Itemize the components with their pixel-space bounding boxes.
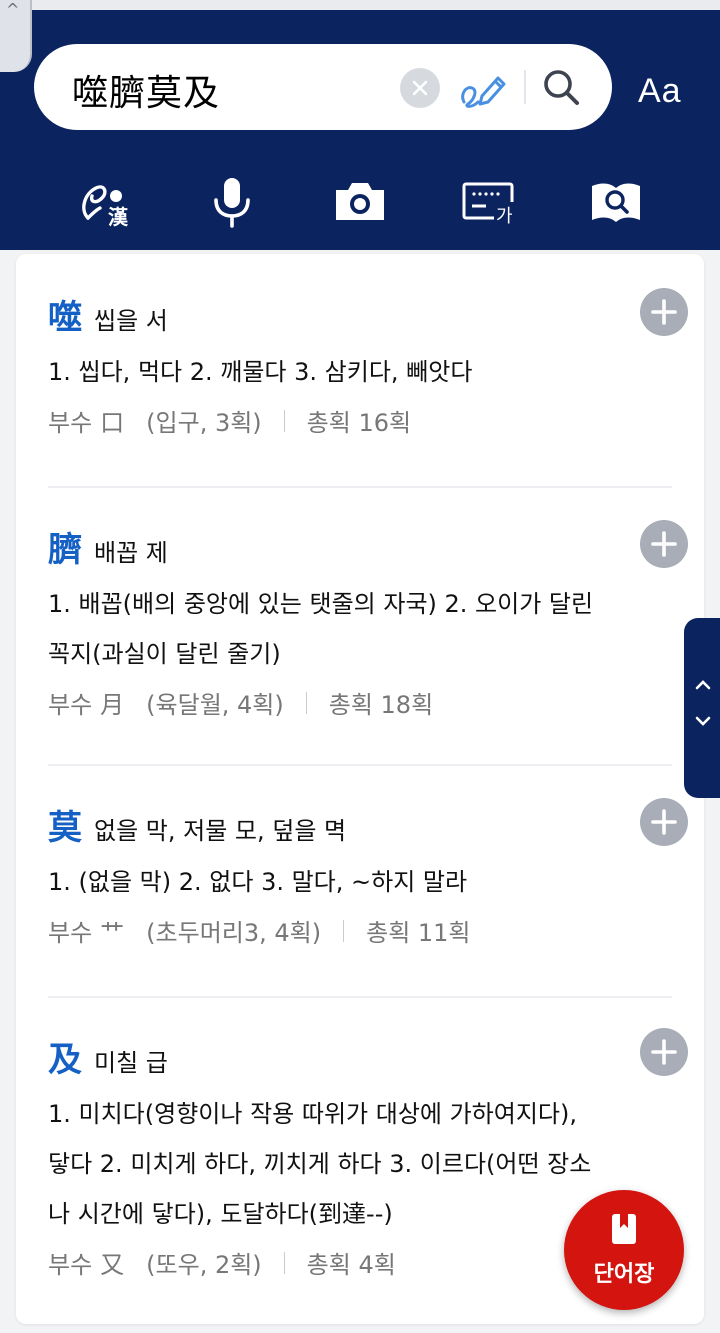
chevron-up-icon: ^ xyxy=(6,0,20,19)
handwriting-button[interactable] xyxy=(458,64,510,112)
radical-label: 부수 xyxy=(48,919,93,947)
total-strokes: 총획 18획 xyxy=(328,691,434,719)
meaning-line: 1. 미치다(영향이나 작용 따위가 대상에 가하여지다), xyxy=(48,1100,577,1128)
meta-divider xyxy=(343,919,345,942)
clear-button[interactable] xyxy=(400,68,440,108)
hanja-character[interactable]: 莫 xyxy=(48,800,82,849)
radical-label: 부수 xyxy=(48,409,93,437)
font-size-button[interactable]: Aa xyxy=(638,72,682,111)
hanja-character[interactable]: 噬 xyxy=(48,290,82,339)
total-strokes: 총획 11획 xyxy=(366,919,471,947)
dictionary-tool[interactable] xyxy=(586,174,646,230)
hanja-meaning: 1. (없을 막) 2. 없다 3. 말다, ~하지 말라 xyxy=(48,857,668,907)
hanja-handwriting-icon: 漢 xyxy=(82,185,129,229)
wordbook-icon xyxy=(612,1214,636,1244)
meaning-line: 1. 씹다, 먹다 2. 깨물다 3. 삼키다, 빼앗다 xyxy=(48,358,473,386)
radical-label: 부수 xyxy=(48,1251,93,1279)
entry-divider xyxy=(48,486,672,488)
book-search-icon xyxy=(592,183,640,222)
camera-icon xyxy=(336,183,384,220)
total-strokes: 총획 16획 xyxy=(306,409,412,437)
search-bar[interactable]: 噬臍莫及 xyxy=(34,44,612,130)
close-icon xyxy=(412,80,428,96)
add-to-wordbook-button[interactable] xyxy=(640,288,688,336)
radical-info: (또우, 2획) xyxy=(146,1251,262,1279)
radical-info: (육달월, 4획) xyxy=(146,691,284,719)
total-strokes: 총획 4획 xyxy=(306,1251,396,1279)
hanja-entry[interactable]: 臍 배꼽 제 1. 배꼽(배의 중앙에 있는 탯줄의 자국) 2. 오이가 달린… xyxy=(48,522,672,720)
hanja-meta: 부수 口 (입구, 3획) 총획 16획 xyxy=(48,403,672,438)
add-to-wordbook-button[interactable] xyxy=(640,1028,688,1076)
collapse-tab[interactable]: ^ xyxy=(0,0,32,72)
hanja-entry[interactable]: 莫 없을 막, 저물 모, 덮을 멱 1. (없을 막) 2. 없다 3. 말다… xyxy=(48,800,672,948)
search-divider xyxy=(524,70,526,104)
keyboard-tool-label: 가 xyxy=(496,206,513,227)
radical-char: 月 xyxy=(100,691,125,719)
hanja-reading: 씹을 서 xyxy=(94,307,168,335)
add-to-wordbook-button[interactable] xyxy=(640,520,688,568)
wordbook-button[interactable]: 단어장 xyxy=(564,1190,684,1310)
search-input[interactable]: 噬臍莫及 xyxy=(72,64,220,116)
keyboard-icon: 가 xyxy=(462,182,516,227)
chevron-down-icon[interactable] xyxy=(694,714,712,728)
meaning-line: 꼭지(과실이 달린 줄기) xyxy=(48,640,281,668)
plus-icon xyxy=(651,299,677,325)
meta-divider xyxy=(283,1251,285,1274)
keyboard-tool[interactable]: 가 xyxy=(458,174,518,230)
search-icon xyxy=(544,70,579,105)
meaning-line: 1. 배꼽(배의 중앙에 있는 탯줄의 자국) 2. 오이가 달린 xyxy=(48,590,594,618)
header: ^ 噬臍莫及 Aa 漢 가 xyxy=(0,0,720,250)
handwriting-pen-icon xyxy=(461,76,506,108)
plus-icon xyxy=(651,1039,677,1065)
scroll-nav[interactable] xyxy=(684,618,720,798)
radical-char: 又 xyxy=(100,1251,125,1279)
entry-divider xyxy=(48,996,672,998)
hanja-handwriting-tool[interactable]: 漢 xyxy=(78,174,138,230)
meaning-line: 1. (없을 막) 2. 없다 3. 말다, ~하지 말라 xyxy=(48,868,468,896)
radical-char: 艹 xyxy=(100,919,125,947)
hanja-meaning: 1. 배꼽(배의 중앙에 있는 탯줄의 자국) 2. 오이가 달린 꼭지(과실이… xyxy=(48,579,668,679)
hanja-meta: 부수 艹 (초두머리3, 4획) 총획 11획 xyxy=(48,913,672,948)
meta-divider xyxy=(305,691,307,714)
hanja-reading: 미칠 급 xyxy=(94,1049,168,1077)
plus-icon xyxy=(651,809,677,835)
hanja-meaning: 1. 씹다, 먹다 2. 깨물다 3. 삼키다, 빼앗다 xyxy=(48,347,668,397)
plus-icon xyxy=(651,531,677,557)
radical-label: 부수 xyxy=(48,691,93,719)
hanja-reading: 배꼽 제 xyxy=(94,539,168,567)
voice-search-tool[interactable] xyxy=(202,174,262,230)
camera-search-tool[interactable] xyxy=(330,174,390,230)
hanja-meta: 부수 月 (육달월, 4획) 총획 18획 xyxy=(48,685,672,720)
hanja-tool-label: 漢 xyxy=(108,205,129,229)
chevron-up-icon[interactable] xyxy=(694,678,712,692)
add-to-wordbook-button[interactable] xyxy=(640,798,688,846)
radical-info: (입구, 3획) xyxy=(146,409,262,437)
entry-divider xyxy=(48,764,672,766)
meaning-line: 닿다 2. 미치게 하다, 끼치게 하다 3. 이르다(어떤 장소 xyxy=(48,1150,592,1178)
microphone-icon xyxy=(214,178,250,228)
wordbook-label: 단어장 xyxy=(593,1262,655,1287)
search-button[interactable] xyxy=(540,64,584,110)
hanja-character[interactable]: 臍 xyxy=(48,522,82,571)
result-card: 噬 씹을 서 1. 씹다, 먹다 2. 깨물다 3. 삼키다, 빼앗다 부수 口… xyxy=(16,254,704,1324)
radical-info: (초두머리3, 4획) xyxy=(146,919,322,947)
hanja-entry[interactable]: 噬 씹을 서 1. 씹다, 먹다 2. 깨물다 3. 삼키다, 빼앗다 부수 口… xyxy=(48,290,672,438)
meta-divider xyxy=(283,409,285,432)
radical-char: 口 xyxy=(100,409,125,437)
hanja-reading: 없을 막, 저물 모, 덮을 멱 xyxy=(94,817,347,845)
hanja-character[interactable]: 及 xyxy=(48,1032,82,1081)
